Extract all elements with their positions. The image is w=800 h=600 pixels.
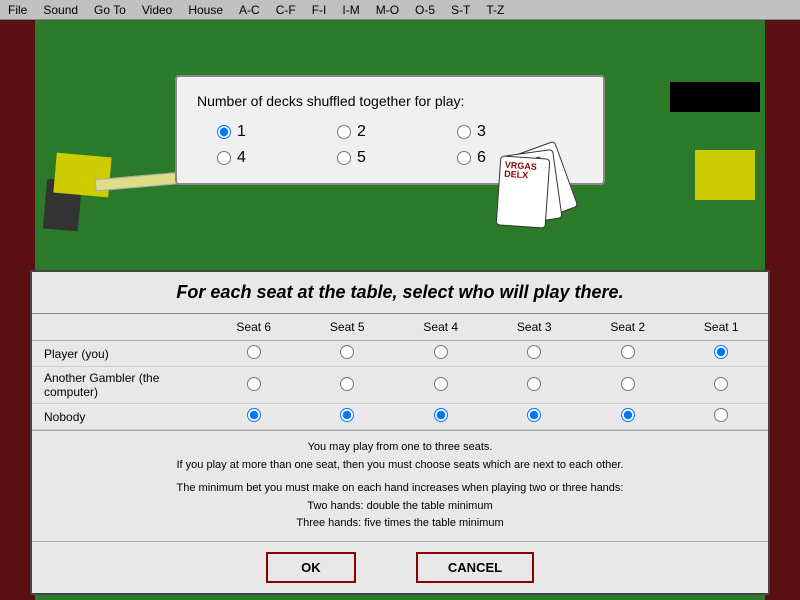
col-seat6: Seat 6: [207, 314, 301, 341]
col-seat1: Seat 1: [675, 314, 769, 341]
menu-fi[interactable]: F-I: [308, 2, 331, 18]
felt-area: ♣ BLACKJACK DAYS 5 TO... Number of decks…: [0, 20, 800, 600]
seat2-nobody[interactable]: [581, 404, 675, 430]
deck-option-3[interactable]: 3: [457, 123, 517, 141]
seat4-player[interactable]: [394, 341, 488, 367]
seat6-player[interactable]: [207, 341, 301, 367]
menu-goto[interactable]: Go To: [90, 2, 130, 18]
info-line-2: If you play at more than one seat, then …: [48, 457, 752, 475]
deck-row-1: 1 2 3: [197, 123, 583, 141]
col-seat2: Seat 2: [581, 314, 675, 341]
deck-label-5: 5: [357, 149, 366, 167]
cancel-button[interactable]: CANCEL: [416, 552, 534, 583]
col-seat4: Seat 4: [394, 314, 488, 341]
row-label-gambler: Another Gambler (the computer): [32, 367, 207, 404]
deck-radio-5[interactable]: [337, 151, 351, 165]
menu-house[interactable]: House: [184, 2, 227, 18]
info-line-3: The minimum bet you must make on each ha…: [48, 480, 752, 498]
row-label-player: Player (you): [32, 341, 207, 367]
seat5-gambler[interactable]: [301, 367, 395, 404]
menu-st[interactable]: S-T: [447, 2, 474, 18]
table-row: Nobody: [32, 404, 768, 430]
seat3-gambler[interactable]: [488, 367, 582, 404]
empty-header: [32, 314, 207, 341]
seat1-player[interactable]: [675, 341, 769, 367]
menu-mo[interactable]: M-O: [372, 2, 403, 18]
menu-file[interactable]: File: [4, 2, 31, 18]
right-panel: [765, 20, 800, 600]
deck-radio-4[interactable]: [217, 151, 231, 165]
cards-illustration: VRGASDELX VRGASDELX VRGASDELX: [493, 147, 573, 237]
seat4-gambler[interactable]: [394, 367, 488, 404]
seat-table: Seat 6 Seat 5 Seat 4 Seat 3 Seat 2 Seat …: [32, 314, 768, 430]
seat4-nobody[interactable]: [394, 404, 488, 430]
deck-dialog: Number of decks shuffled together for pl…: [175, 75, 605, 185]
menu-bar: File Sound Go To Video House A-C C-F F-I…: [0, 0, 800, 20]
deck-label-2: 2: [357, 123, 366, 141]
deck-label-6: 6: [477, 149, 486, 167]
deck-option-1[interactable]: 1: [217, 123, 277, 141]
yellow-object-right: [695, 150, 755, 200]
deck-radio-2[interactable]: [337, 125, 351, 139]
deck-radio-1[interactable]: [217, 125, 231, 139]
deck-dialog-title: Number of decks shuffled together for pl…: [197, 93, 583, 109]
row-label-nobody: Nobody: [32, 404, 207, 430]
menu-sound[interactable]: Sound: [39, 2, 82, 18]
table-row: Another Gambler (the computer): [32, 367, 768, 404]
menu-tz[interactable]: T-Z: [482, 2, 508, 18]
ok-button[interactable]: OK: [266, 552, 356, 583]
seat6-nobody[interactable]: [207, 404, 301, 430]
col-seat5: Seat 5: [301, 314, 395, 341]
menu-im[interactable]: I-M: [338, 2, 363, 18]
seat3-player[interactable]: [488, 341, 582, 367]
seat3-nobody[interactable]: [488, 404, 582, 430]
deck-radio-3[interactable]: [457, 125, 471, 139]
seat2-player[interactable]: [581, 341, 675, 367]
menu-o5[interactable]: O-5: [411, 2, 439, 18]
seat-dialog: For each seat at the table, select who w…: [30, 270, 770, 595]
menu-ac[interactable]: A-C: [235, 2, 264, 18]
info-line-4: Two hands: double the table minimum: [48, 498, 752, 516]
col-seat3: Seat 3: [488, 314, 582, 341]
info-line-1: You may play from one to three seats.: [48, 439, 752, 457]
deck-option-4[interactable]: 4: [217, 149, 277, 167]
seat1-nobody[interactable]: [675, 404, 769, 430]
deck-option-5[interactable]: 5: [337, 149, 397, 167]
deck-label-1: 1: [237, 123, 246, 141]
seat1-gambler[interactable]: [675, 367, 769, 404]
menu-video[interactable]: Video: [138, 2, 176, 18]
seat5-nobody[interactable]: [301, 404, 395, 430]
dialog-buttons: OK CANCEL: [32, 541, 768, 593]
seat-dialog-title: For each seat at the table, select who w…: [32, 272, 768, 314]
seat2-gambler[interactable]: [581, 367, 675, 404]
seat6-gambler[interactable]: [207, 367, 301, 404]
deck-label-4: 4: [237, 149, 246, 167]
table-row: Player (you): [32, 341, 768, 367]
info-line-5: Three hands: five times the table minimu…: [48, 515, 752, 533]
seat-header-row: Seat 6 Seat 5 Seat 4 Seat 3 Seat 2 Seat …: [32, 314, 768, 341]
black-display-box: [670, 82, 760, 112]
deck-option-2[interactable]: 2: [337, 123, 397, 141]
menu-cf[interactable]: C-F: [272, 2, 300, 18]
info-area: You may play from one to three seats. If…: [32, 430, 768, 541]
deck-radio-6[interactable]: [457, 151, 471, 165]
seat5-player[interactable]: [301, 341, 395, 367]
deck-label-3: 3: [477, 123, 486, 141]
